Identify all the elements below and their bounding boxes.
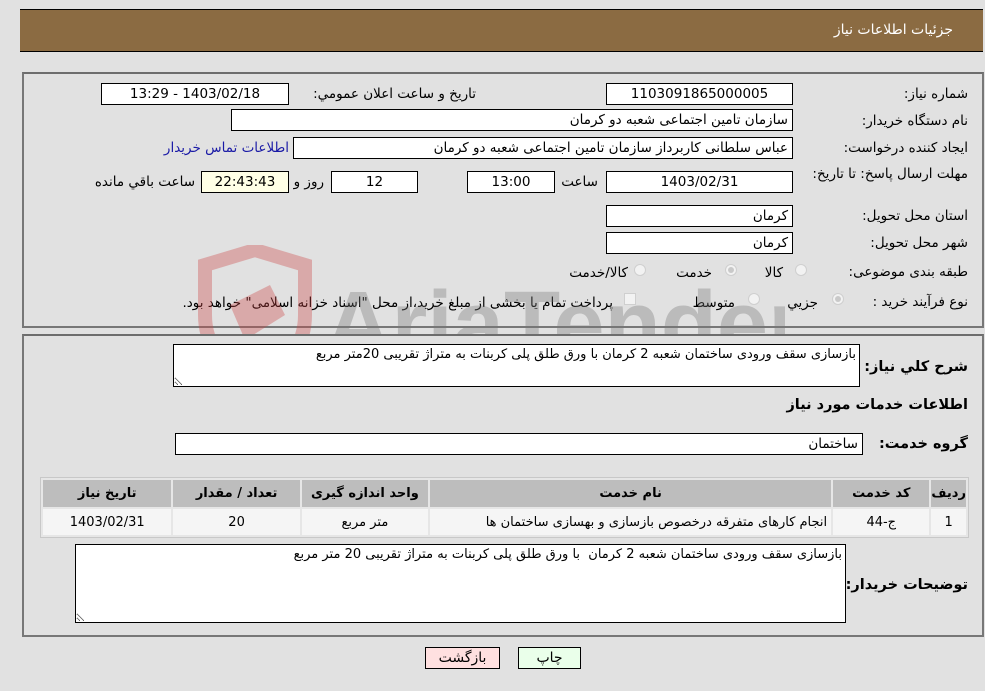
category-radio-goods[interactable] <box>795 264 807 276</box>
deadline-date-field: 1403/02/31 <box>606 171 793 193</box>
summary-textarea[interactable] <box>173 344 860 387</box>
col-need-date: تاریخ نیاز <box>43 480 172 507</box>
summary-label: شرح کلي نیاز: <box>864 359 968 375</box>
col-service-name: نام خدمت <box>430 480 832 507</box>
need-number-label: شماره نیاز: <box>903 86 968 102</box>
table-header-row: ردیف کد خدمت نام خدمت واحد اندازه گیری ت… <box>43 480 966 507</box>
remaining-time-field: 22:43:43 <box>201 171 289 193</box>
cell-quantity: 20 <box>173 509 300 535</box>
process-option-medium: متوسط <box>692 295 735 311</box>
deadline-time-label: ساعت <box>561 174 598 190</box>
remaining-time-label: ساعت باقي مانده <box>94 174 195 190</box>
buyer-notes-label: توضیحات خریدار: <box>845 577 968 593</box>
creator-field: عباس سلطانی کاربرداز سازمان تامین اجتماع… <box>293 137 793 159</box>
province-label: استان محل تحویل: <box>862 208 968 224</box>
process-option-minor: جزيي <box>787 295 818 311</box>
services-section-title: اطلاعات خدمات مورد نیاز <box>786 397 968 413</box>
cell-row-number: 1 <box>931 509 966 535</box>
services-table: ردیف کد خدمت نام خدمت واحد اندازه گیری ت… <box>40 477 969 538</box>
back-button[interactable]: بازگشت <box>425 647 500 669</box>
col-service-code: کد خدمت <box>833 480 930 507</box>
need-number-field: 1103091865000005 <box>606 83 793 105</box>
cell-unit: متر مربع <box>301 509 429 535</box>
cell-need-date: 1403/02/31 <box>43 509 172 535</box>
city-label: شهر محل تحویل: <box>870 235 968 251</box>
category-radio-goods-service[interactable] <box>634 264 646 276</box>
buyer-contact-link[interactable]: اطلاعات تماس خریدار <box>164 140 289 156</box>
category-option-service: خدمت <box>676 265 712 281</box>
category-option-goods: کالا <box>764 265 783 281</box>
service-group-label: گروه خدمت: <box>878 436 968 452</box>
announce-datetime-field: 1403/02/18 - 13:29 <box>101 83 289 105</box>
col-unit: واحد اندازه گیری <box>301 480 429 507</box>
treasury-checkbox[interactable] <box>624 293 636 305</box>
process-radio-medium[interactable] <box>748 293 760 305</box>
city-field: کرمان <box>606 232 793 254</box>
deadline-label: مهلت ارسال پاسخ: تا تاریخ: <box>812 166 968 182</box>
announce-label: تاریخ و ساعت اعلان عمومي: <box>313 86 476 102</box>
deadline-time-field: 13:00 <box>467 171 555 193</box>
buyer-org-field: سازمان تامین اجتماعی شعبه دو کرمان <box>231 109 793 131</box>
treasury-checkbox-label: پرداخت تمام یا بخشی از مبلغ خرید،از محل … <box>182 295 613 311</box>
province-field: کرمان <box>606 205 793 227</box>
category-radio-service[interactable] <box>725 264 737 276</box>
process-type-label: نوع فرآیند خرید : <box>872 294 968 310</box>
creator-label: ایجاد کننده درخواست: <box>843 140 968 156</box>
buyer-org-label: نام دستگاه خریدار: <box>861 113 968 129</box>
col-quantity: تعداد / مقدار <box>173 480 300 507</box>
category-label: طبقه بندی موضوعی: <box>848 264 968 280</box>
days-label: روز و <box>293 174 324 190</box>
cell-service-name: انجام کارهای متفرقه درخصوص بازسازی و بهس… <box>430 509 832 535</box>
days-remaining-field: 12 <box>331 171 418 193</box>
print-button[interactable]: چاپ <box>518 647 581 669</box>
page-header: جزئیات اطلاعات نیاز <box>20 9 983 52</box>
process-radio-minor[interactable] <box>832 293 844 305</box>
service-group-field: ساختمان <box>175 433 863 455</box>
page-title: جزئیات اطلاعات نیاز <box>833 22 953 38</box>
col-row-number: ردیف <box>931 480 966 507</box>
category-option-goods-service: کالا/خدمت <box>569 265 628 281</box>
cell-service-code: ج-44 <box>833 509 930 535</box>
buyer-notes-textarea[interactable] <box>75 544 846 623</box>
table-row: 1 ج-44 انجام کارهای متفرقه درخصوص بازساز… <box>43 509 966 535</box>
